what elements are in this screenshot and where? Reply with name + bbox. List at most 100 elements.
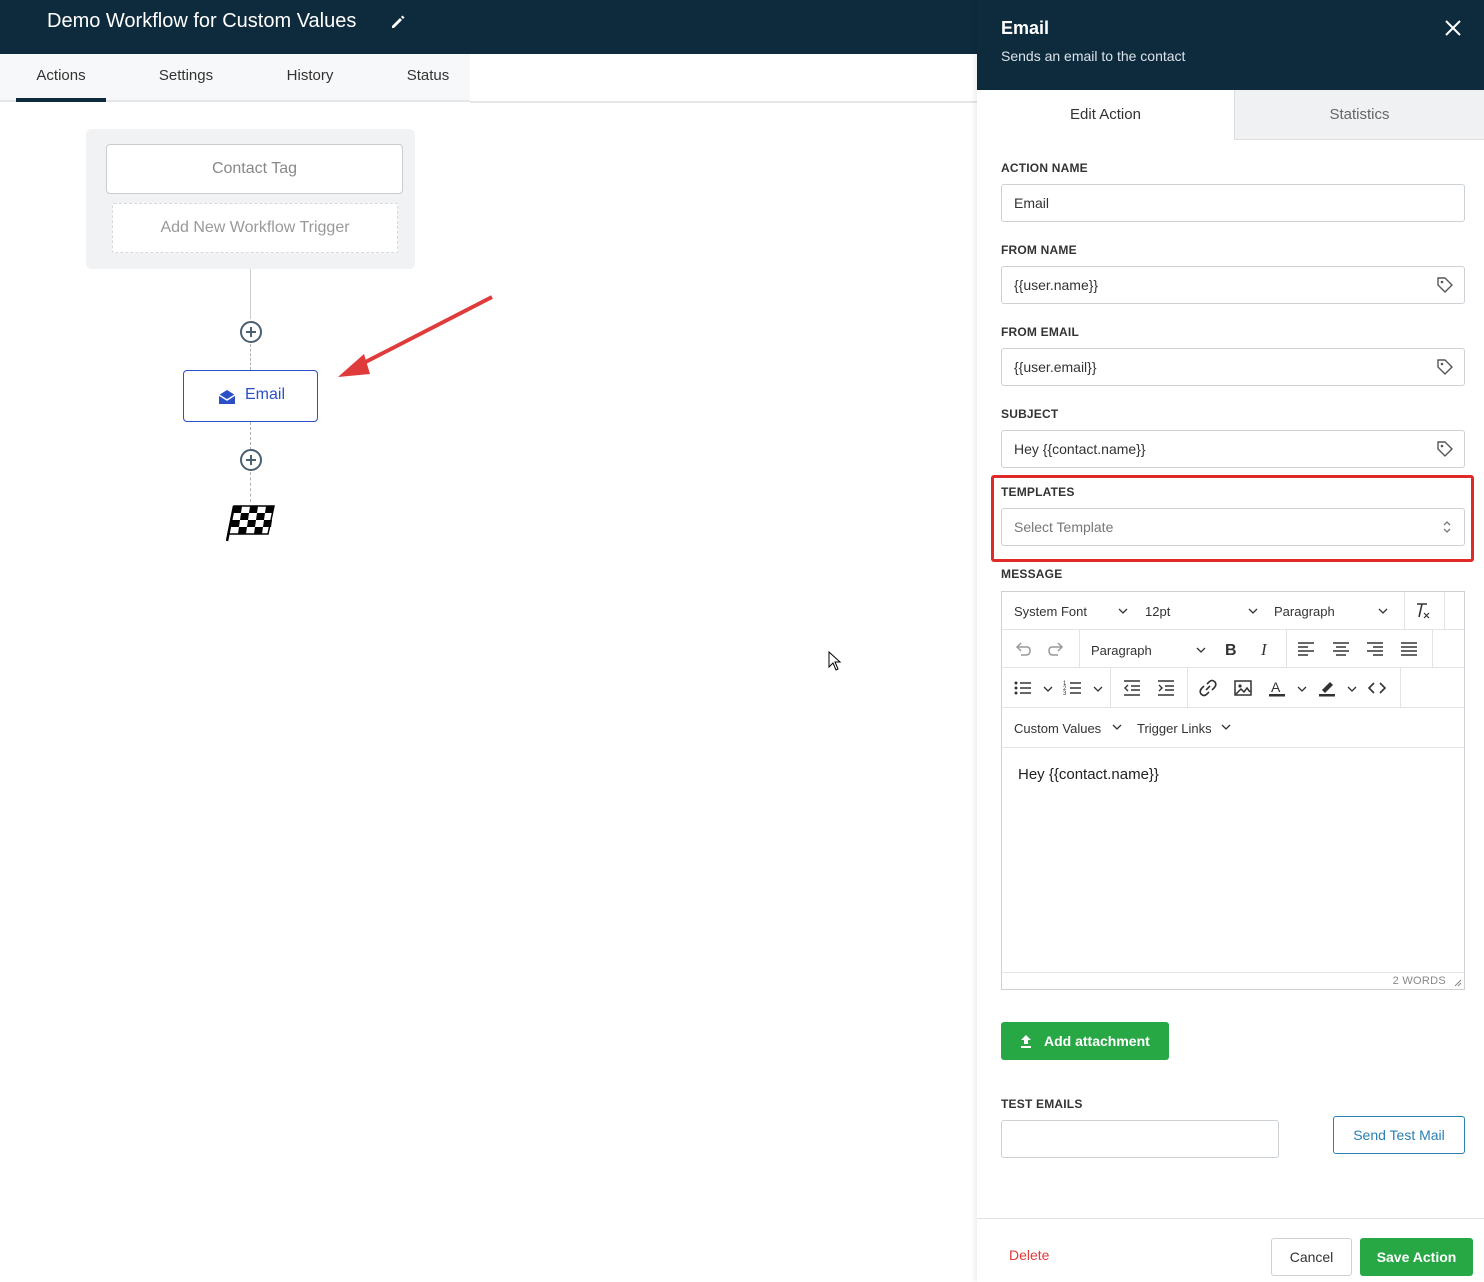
cancel-button[interactable]: Cancel [1271,1238,1352,1276]
workflow-header: Demo Workflow for Custom Values [0,0,977,54]
tab-statistics[interactable]: Statistics [1234,90,1484,140]
editor-toolbar-row-4: Custom Values Trigger Links [1002,708,1464,748]
chevron-down-icon[interactable] [1297,686,1307,692]
undo-icon[interactable] [1012,639,1032,659]
svg-text:B: B [1225,642,1237,659]
tag-icon[interactable] [1436,440,1454,458]
chevron-down-icon[interactable] [1043,686,1053,692]
message-editor: System Font 12pt Paragraph Paragraph B I… [1001,591,1465,990]
add-action-button[interactable] [240,449,262,471]
chevron-down-icon [1221,724,1231,730]
editor-toolbar-row-3: 1 2 3 A [1002,668,1464,708]
from-email-value: {{user.email}} [1014,359,1097,375]
panel-header: Email Sends an email to the contact [977,0,1484,90]
from-name-label: FROM NAME [1001,243,1077,257]
message-label: MESSAGE [1001,567,1063,581]
svg-text:I: I [1260,640,1268,659]
chevron-updown-icon [1443,521,1451,533]
connector-line [250,472,251,502]
message-body[interactable]: Hey {{contact.name}} [1018,766,1159,783]
delete-button[interactable]: Delete [1009,1247,1049,1263]
add-attachment-button[interactable]: Add attachment [1001,1022,1169,1060]
toolbar-separator [1444,592,1445,629]
chevron-down-icon [1248,608,1258,614]
trigger-links-menu[interactable]: Trigger Links [1137,721,1212,736]
tab-status[interactable]: Status [383,54,473,102]
test-emails-label: TEST EMAILS [1001,1097,1083,1111]
chevron-down-icon [1112,724,1122,730]
send-test-mail-button[interactable]: Send Test Mail [1333,1116,1465,1154]
templates-label: TEMPLATES [1001,485,1075,499]
from-email-label: FROM EMAIL [1001,325,1079,339]
custom-values-menu[interactable]: Custom Values [1014,721,1101,736]
add-action-button[interactable] [240,321,262,343]
panel-subtitle: Sends an email to the contact [1001,48,1186,64]
connector-line [250,422,251,450]
test-emails-input[interactable] [1001,1120,1279,1158]
tab-history[interactable]: History [265,54,355,102]
numbered-list-icon[interactable]: 1 2 3 [1063,678,1083,698]
save-action-button[interactable]: Save Action [1360,1238,1473,1276]
workflow-tabs: Actions Settings History Status [0,54,470,102]
chevron-down-icon [1378,608,1388,614]
from-name-input[interactable]: {{user.name}} [1001,266,1465,304]
word-count: 2 WORDS [1392,975,1446,987]
close-icon[interactable] [1443,18,1463,38]
tab-actions[interactable]: Actions [16,54,106,102]
from-name-value: {{user.name}} [1014,277,1099,293]
email-node-label: Email [245,386,286,403]
highlight-color-icon[interactable] [1317,678,1337,698]
source-code-icon[interactable] [1367,678,1387,698]
annotation-arrow [338,295,493,377]
action-name-label: ACTION NAME [1001,161,1088,175]
toolbar-separator [1187,668,1188,707]
action-edit-panel: Email Sends an email to the contact Edit… [977,0,1484,1282]
tab-settings[interactable]: Settings [141,54,231,102]
toolbar-separator [1079,630,1080,667]
template-select[interactable]: Select Template [1001,508,1465,546]
link-icon[interactable] [1198,678,1218,698]
email-action-node[interactable]: Email [183,370,318,422]
toolbar-separator [1404,592,1405,629]
trigger-contact-tag[interactable]: Contact Tag [106,144,403,194]
chevron-down-icon[interactable] [1093,686,1103,692]
chevron-down-icon [1118,608,1128,614]
image-icon[interactable] [1233,678,1253,698]
align-left-icon[interactable] [1296,639,1316,659]
font-family-select[interactable]: System Font [1014,604,1087,619]
editor-toolbar-row-2: Paragraph B I [1002,630,1464,668]
svg-text:A: A [1271,679,1281,695]
block-format-select[interactable]: Paragraph [1274,604,1335,619]
add-trigger-button[interactable]: Add New Workflow Trigger [112,203,398,253]
subject-input[interactable]: Hey {{contact.name}} [1001,430,1465,468]
toolbar-separator [1400,668,1401,707]
pencil-icon[interactable] [390,14,406,30]
tag-icon[interactable] [1436,276,1454,294]
outdent-icon[interactable] [1122,678,1142,698]
from-email-input[interactable]: {{user.email}} [1001,348,1465,386]
bold-icon[interactable]: B [1220,639,1240,659]
toolbar-separator [1110,668,1111,707]
tab-edit-action[interactable]: Edit Action [977,90,1234,140]
tag-icon[interactable] [1436,358,1454,376]
action-name-input[interactable]: Email [1001,184,1465,222]
chevron-down-icon [1196,647,1206,653]
panel-title: Email [1001,18,1050,38]
svg-text:3: 3 [1063,691,1067,697]
envelope-open-icon [218,390,236,404]
bullet-list-icon[interactable] [1013,678,1033,698]
connector-line [250,344,251,370]
redo-icon[interactable] [1047,639,1067,659]
chevron-down-icon[interactable] [1347,686,1357,692]
font-size-select[interactable]: 12pt [1145,604,1170,619]
text-color-icon[interactable]: A [1267,678,1287,698]
italic-icon[interactable]: I [1254,639,1274,659]
align-justify-icon[interactable] [1399,639,1419,659]
indent-icon[interactable] [1156,678,1176,698]
mouse-cursor-icon [828,650,842,671]
align-right-icon[interactable] [1365,639,1385,659]
align-center-icon[interactable] [1331,639,1351,659]
resize-handle-icon[interactable] [1452,977,1462,987]
clear-formatting-icon[interactable] [1412,601,1432,621]
block-format-select-2[interactable]: Paragraph [1091,643,1152,658]
